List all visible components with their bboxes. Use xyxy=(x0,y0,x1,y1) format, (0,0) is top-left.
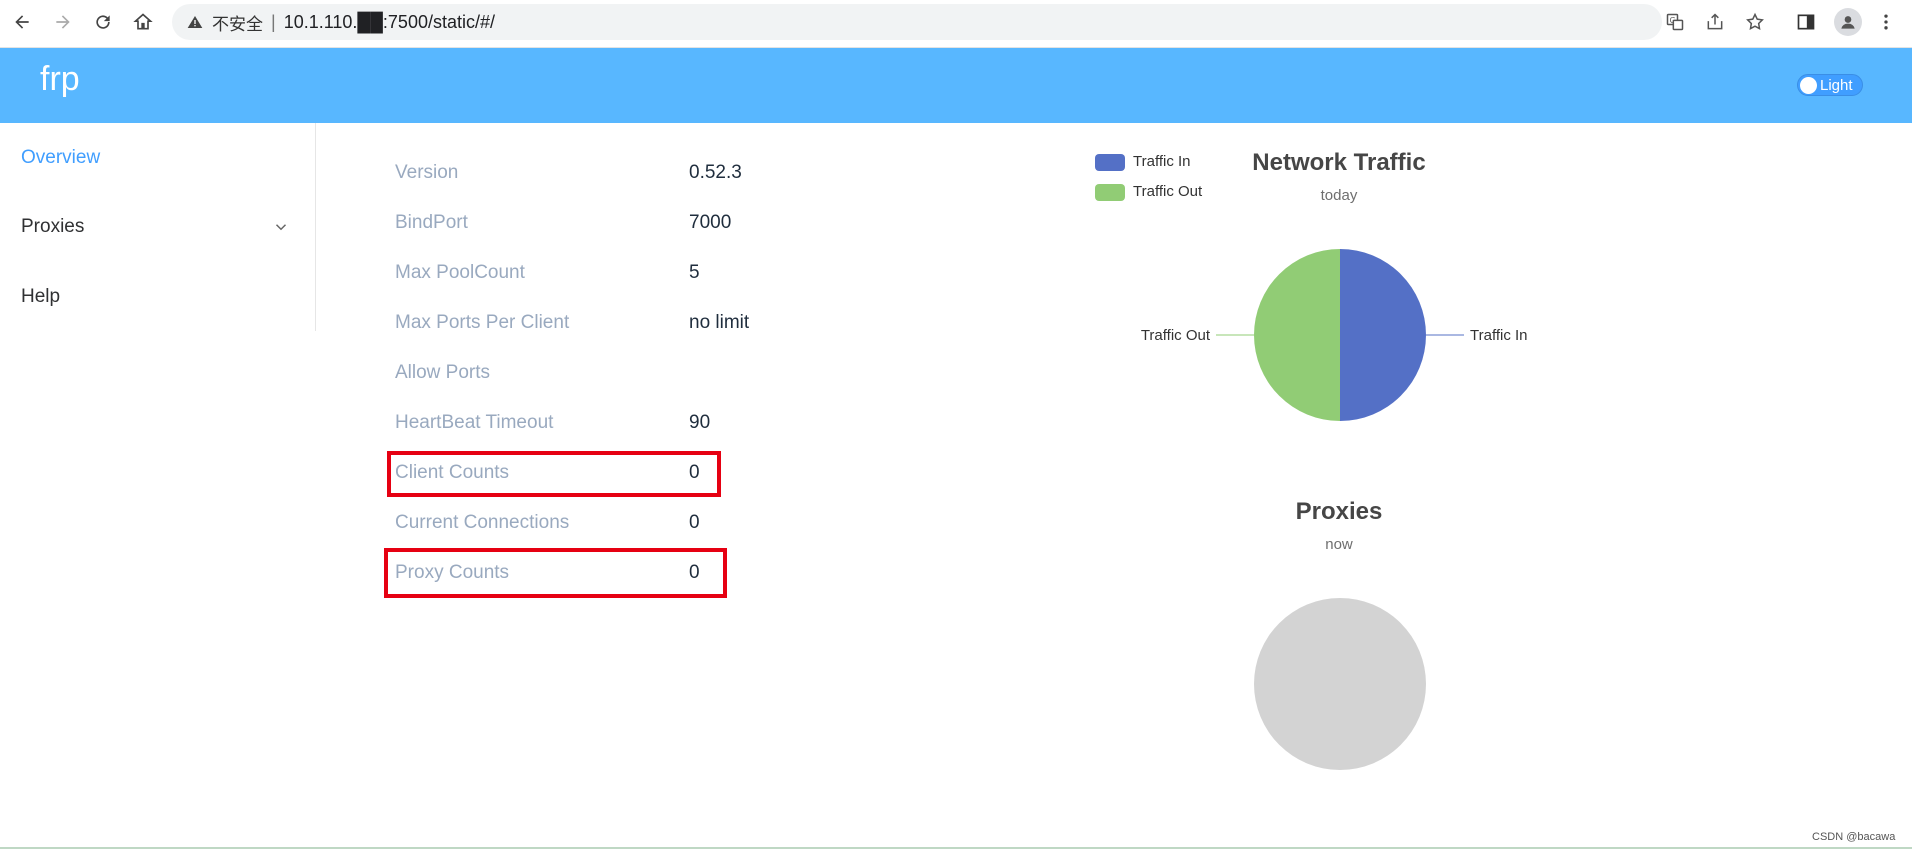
info-value: 7000 xyxy=(689,212,732,233)
highlight-box-client-counts xyxy=(387,451,721,497)
forward-arrow-icon[interactable] xyxy=(49,8,77,36)
theme-toggle-label: Light xyxy=(1820,77,1853,94)
info-row-bindport: BindPort 7000 xyxy=(395,212,895,242)
chart-title-network-traffic: Network Traffic xyxy=(1252,149,1426,176)
info-label: BindPort xyxy=(395,212,468,233)
sidebar-item-proxies[interactable]: Proxies xyxy=(21,216,84,238)
info-label: Version xyxy=(395,162,459,183)
security-status: 不安全 xyxy=(212,14,263,34)
chart-subtitle-network-traffic: today xyxy=(1320,187,1358,204)
pie-slice-traffic-in[interactable] xyxy=(1340,249,1426,421)
page-bottom-border xyxy=(0,847,1912,849)
side-panel-icon[interactable] xyxy=(1794,10,1818,34)
highlight-box-proxy-counts xyxy=(384,548,727,598)
legend-swatch-traffic-out[interactable] xyxy=(1095,184,1125,201)
info-row-max-poolcount: Max PoolCount 5 xyxy=(395,262,895,292)
legend-swatch-traffic-in[interactable] xyxy=(1095,154,1125,171)
theme-toggle[interactable]: Light xyxy=(1797,74,1863,96)
sidebar-item-overview[interactable]: Overview xyxy=(21,147,100,169)
brand-title: frp xyxy=(40,60,80,98)
info-label: Max PoolCount xyxy=(395,262,525,283)
url-text[interactable]: 10.1.110.██:7500/static/#/ xyxy=(284,12,495,33)
bookmark-star-icon[interactable] xyxy=(1743,10,1767,34)
more-menu-icon[interactable] xyxy=(1874,10,1898,34)
info-value: 5 xyxy=(689,262,700,283)
info-value: no limit xyxy=(689,312,750,333)
info-label: Current Connections xyxy=(395,512,570,533)
info-row-max-ports-per-client: Max Ports Per Client no limit xyxy=(395,312,895,342)
chevron-down-icon[interactable] xyxy=(272,218,290,236)
home-icon[interactable] xyxy=(129,8,157,36)
reload-icon[interactable] xyxy=(89,8,117,36)
warning-icon xyxy=(186,13,204,31)
info-row-version: Version 0.52.3 xyxy=(395,162,895,192)
translate-icon[interactable]: G xyxy=(1663,10,1687,34)
pie-label-traffic-out: Traffic Out xyxy=(1141,327,1211,344)
sidebar-item-help[interactable]: Help xyxy=(21,286,60,308)
info-label: HeartBeat Timeout xyxy=(395,412,554,433)
address-bar[interactable]: 不安全 | 10.1.110.██:7500/static/#/ xyxy=(172,4,1662,40)
info-row-current-connections: Current Connections 0 xyxy=(395,512,895,542)
proxies-pie-chart xyxy=(1254,598,1426,770)
pie-label-traffic-in: Traffic In xyxy=(1470,327,1528,344)
browser-toolbar: 不安全 | 10.1.110.██:7500/static/#/ G xyxy=(0,0,1912,48)
info-label: Allow Ports xyxy=(395,362,491,383)
pie-slice-traffic-out[interactable] xyxy=(1254,249,1340,421)
network-traffic-pie-chart: Traffic In Traffic Out xyxy=(1141,249,1528,421)
share-icon[interactable] xyxy=(1703,10,1727,34)
watermark: CSDN @bacawa xyxy=(1812,831,1896,843)
info-label: Max Ports Per Client xyxy=(395,312,570,333)
chart-subtitle-proxies: now xyxy=(1325,536,1353,553)
pie-empty-placeholder xyxy=(1254,598,1426,770)
info-row-heartbeat-timeout: HeartBeat Timeout 90 xyxy=(395,412,895,442)
chart-title-proxies: Proxies xyxy=(1295,498,1383,525)
theme-toggle-knob xyxy=(1800,77,1817,94)
back-arrow-icon[interactable] xyxy=(8,8,36,36)
info-row-allow-ports: Allow Ports xyxy=(395,362,895,392)
address-divider: | xyxy=(271,11,276,32)
info-value: 90 xyxy=(689,412,711,433)
profile-avatar-icon[interactable] xyxy=(1834,8,1862,36)
app-header: frp Light xyxy=(0,48,1912,123)
info-value: 0.52.3 xyxy=(689,162,742,183)
info-value: 0 xyxy=(689,512,700,533)
